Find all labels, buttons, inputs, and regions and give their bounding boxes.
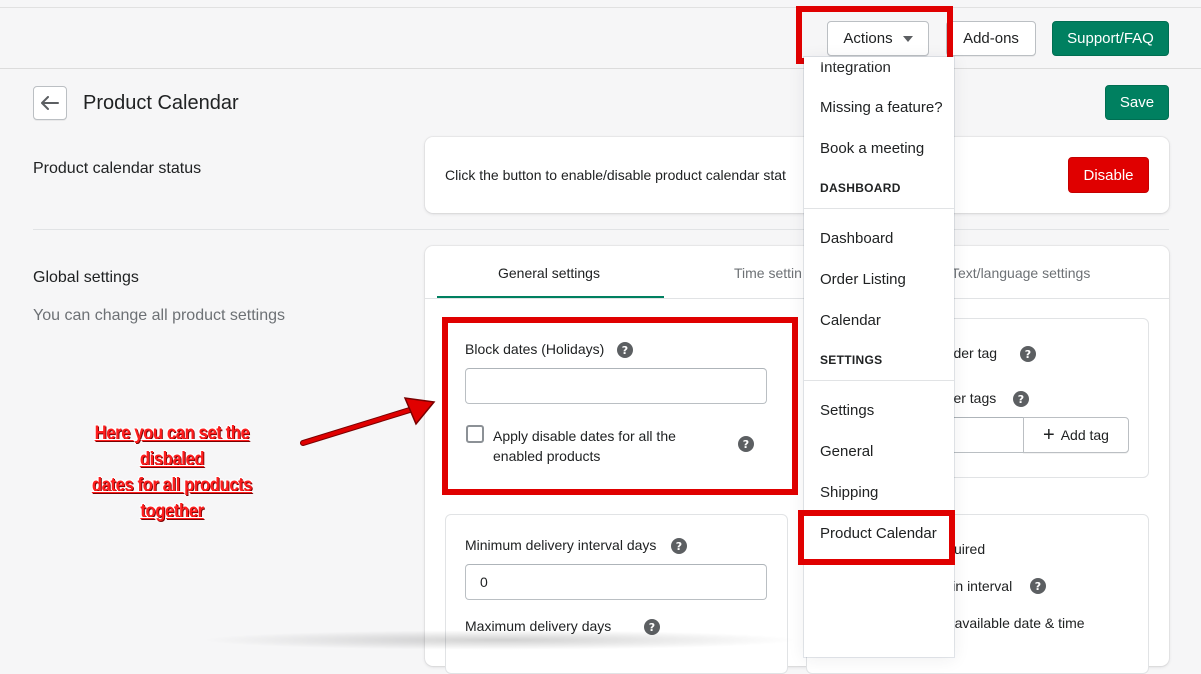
apply-disable-dates-label: Apply disable dates for all the enabled … [493, 426, 676, 466]
menu-item-dashboard[interactable]: Dashboard [820, 230, 893, 247]
back-button[interactable] [33, 86, 67, 120]
delivery-card: Minimum delivery interval days ? 0 Maxim… [445, 514, 788, 674]
menu-separator [804, 380, 954, 381]
menu-scroll-fade [804, 57, 954, 66]
top-divider [0, 7, 1201, 8]
help-icon: ? [671, 538, 687, 554]
apply-disable-dates-checkbox[interactable] [466, 425, 484, 443]
disable-button[interactable]: Disable [1068, 157, 1149, 193]
menu-item-missing-feature[interactable]: Missing a feature? [820, 99, 943, 116]
caret-down-icon [902, 35, 913, 42]
tabs-divider [425, 298, 1169, 299]
required-label: uired [954, 541, 986, 557]
tab-general-settings[interactable]: General settings [498, 265, 600, 281]
add-tag-button[interactable]: + Add tag [1023, 417, 1129, 453]
tab-text-language-settings[interactable]: Text/language settings [951, 265, 1090, 281]
bottom-shadow [200, 630, 800, 650]
menu-item-shipping[interactable]: Shipping [820, 484, 878, 501]
arrow-left-icon [41, 96, 59, 110]
min-delivery-input[interactable]: 0 [465, 564, 767, 600]
tab-time-settings[interactable]: Time settin [734, 265, 802, 281]
min-delivery-label: Minimum delivery interval days [465, 537, 657, 553]
annotation-arrow-icon [300, 397, 436, 446]
actions-button-label: Actions [843, 30, 893, 47]
addons-button[interactable]: Add-ons [946, 21, 1036, 56]
block-dates-label: Block dates (Holidays) [465, 341, 605, 357]
menu-item-settings[interactable]: Settings [820, 402, 874, 419]
apply-disable-dates-line2: enabled products [493, 448, 601, 464]
status-section-title: Product calendar status [33, 160, 202, 177]
plus-icon: + [1043, 424, 1055, 446]
help-icon: ? [617, 342, 633, 358]
save-button[interactable]: Save [1105, 85, 1169, 120]
block-dates-input[interactable] [465, 368, 767, 404]
actions-dropdown-menu: Integration Missing a feature? Book a me… [804, 57, 954, 657]
status-description: Click the button to enable/disable produ… [445, 167, 786, 183]
menu-item-product-calendar[interactable]: Product Calendar [820, 525, 937, 542]
menu-item-order-listing[interactable]: Order Listing [820, 271, 906, 288]
add-tag-label: Add tag [1060, 427, 1109, 443]
help-icon: ? [738, 436, 754, 452]
help-icon: ? [1020, 346, 1036, 362]
help-icon: ? [1013, 391, 1029, 407]
global-section-subtitle: You can change all product settings [33, 307, 286, 324]
menu-item-general[interactable]: General [820, 443, 873, 460]
status-card: Click the button to enable/disable produ… [425, 137, 1169, 213]
apply-disable-dates-line1: Apply disable dates for all the [493, 428, 676, 444]
menu-item-book-meeting[interactable]: Book a meeting [820, 140, 924, 157]
block-dates-card: Block dates (Holidays) ? Apply disable d… [444, 319, 797, 494]
annotation-line1: Here you can set the disbaled [94, 423, 250, 470]
help-icon: ? [1030, 578, 1046, 594]
menu-separator [804, 208, 954, 209]
annotation-text: Here you can set the disbaled dates for … [63, 421, 281, 525]
menu-header-dashboard: DASHBOARD [820, 181, 901, 195]
annotation-line2: dates for all products together [91, 475, 253, 522]
support-faq-button[interactable]: Support/FAQ [1052, 21, 1169, 56]
section-divider [33, 229, 1169, 230]
page-title: Product Calendar [83, 92, 239, 114]
menu-header-settings: SETTINGS [820, 353, 883, 367]
menu-item-calendar[interactable]: Calendar [820, 312, 881, 329]
global-section-title: Global settings [33, 269, 139, 286]
actions-button[interactable]: Actions [827, 21, 929, 56]
